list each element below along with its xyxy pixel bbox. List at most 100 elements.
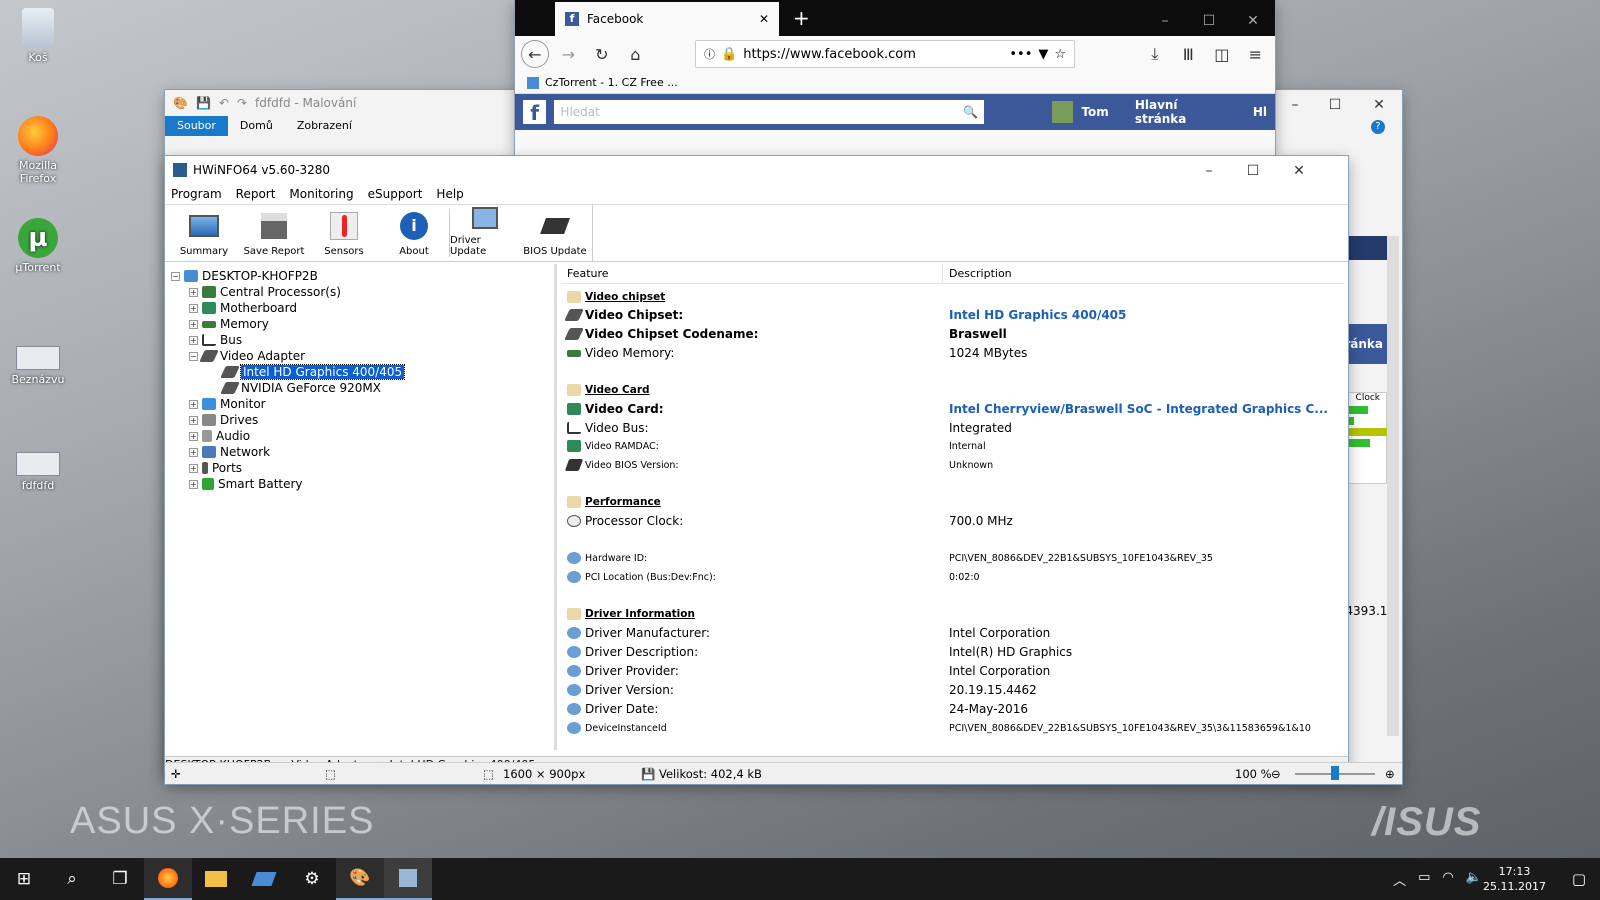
tree-item-video-adapter[interactable]: − Video Adapter bbox=[189, 348, 305, 364]
hwinfo-minimize-button[interactable]: – bbox=[1187, 156, 1231, 186]
grid-row[interactable]: Video Bus: Integrated bbox=[561, 419, 1344, 437]
grid-row[interactable]: Processor Clock: 700.0 MHz bbox=[561, 512, 1344, 530]
ribbon-tab-file[interactable]: Soubor bbox=[165, 116, 228, 136]
tree-item-motherboard[interactable]: + Motherboard bbox=[189, 300, 297, 316]
settings-gear-icon[interactable]: ⚙ bbox=[288, 858, 336, 900]
notification-icon[interactable]: ▢ bbox=[1572, 870, 1586, 888]
ff-minimize-button[interactable]: – bbox=[1143, 6, 1187, 36]
fb-user-link[interactable]: Tom bbox=[1081, 105, 1108, 119]
tree-item-ports[interactable]: + Ports bbox=[189, 460, 242, 476]
search-icon[interactable]: ⌕ bbox=[48, 858, 96, 900]
grid-row[interactable]: Video RAMDAC: Internal bbox=[561, 437, 1344, 455]
volume-icon[interactable]: 🔈 bbox=[1466, 870, 1482, 889]
desktop-icon-firefox[interactable]: Mozilla Firefox bbox=[6, 116, 70, 185]
page-actions-icon[interactable]: ••• bbox=[1009, 47, 1032, 62]
paint-maximize-button[interactable]: ☐ bbox=[1313, 90, 1357, 120]
menu-esupport[interactable]: eSupport bbox=[368, 187, 423, 201]
bios-update-button[interactable]: BIOS Update bbox=[520, 205, 590, 261]
chevron-up-icon[interactable]: ︿ bbox=[1393, 870, 1406, 889]
desktop-icon-utorrent[interactable]: µ µTorrent bbox=[6, 218, 70, 274]
save-icon[interactable]: 💾 bbox=[196, 96, 211, 110]
tree-item-nvidia[interactable]: NVIDIA GeForce 920MX bbox=[220, 380, 381, 396]
hwinfo-close-button[interactable]: ✕ bbox=[1277, 156, 1321, 186]
paint-scrollbar[interactable] bbox=[1387, 236, 1399, 736]
zoom-in-icon[interactable]: ⊕ bbox=[1385, 767, 1395, 781]
avatar[interactable] bbox=[1052, 101, 1074, 123]
desktop-icon-recycle-bin[interactable]: Koš bbox=[6, 8, 70, 64]
zoom-out-icon[interactable]: ⊖ bbox=[1271, 767, 1281, 781]
forward-icon[interactable]: → bbox=[555, 40, 583, 68]
bookmark-cztorrent[interactable]: CzTorrent - 1. CZ Free ... bbox=[545, 76, 678, 89]
tree-item-bus[interactable]: + Bus bbox=[189, 332, 242, 348]
grid-row[interactable]: Hardware ID: PCI\VEN_8086&DEV_22B1&SUBSYS… bbox=[561, 549, 1344, 567]
grid-row[interactable]: Video Card: Intel Cherryview/Braswell SoC… bbox=[561, 400, 1344, 418]
bookmark-star-icon[interactable]: ☆ bbox=[1054, 47, 1066, 62]
col-feature[interactable]: Feature bbox=[561, 264, 943, 283]
driver-update-button[interactable]: Driver Update bbox=[450, 205, 520, 261]
new-tab-button[interactable]: + bbox=[779, 6, 824, 36]
back-icon[interactable]: ← bbox=[521, 40, 549, 68]
help-icon[interactable]: ? bbox=[1371, 120, 1385, 134]
tree-item-battery[interactable]: + Smart Battery bbox=[189, 476, 303, 492]
tree-item-cpu[interactable]: + Central Processor(s) bbox=[189, 284, 341, 300]
reload-icon[interactable]: ↻ bbox=[588, 40, 616, 68]
zoom-slider-thumb[interactable] bbox=[1331, 766, 1339, 780]
menu-program[interactable]: Program bbox=[171, 187, 222, 201]
col-description[interactable]: Description bbox=[943, 264, 1018, 283]
facebook-logo-icon[interactable]: f bbox=[523, 100, 547, 125]
device-tree[interactable]: − DESKTOP-KHOFP2B + Central Processor(s) +… bbox=[165, 264, 557, 750]
search-icon[interactable]: 🔍 bbox=[963, 105, 978, 119]
fb-home-link[interactable]: Hlavní stránka bbox=[1135, 98, 1231, 126]
menu-help[interactable]: Help bbox=[436, 187, 463, 201]
feature-grid[interactable]: Feature Description Video chipset Video … bbox=[561, 264, 1344, 750]
system-clock[interactable]: 17:13 25.11.2017 bbox=[1483, 864, 1546, 894]
tree-item-network[interactable]: + Network bbox=[189, 444, 270, 460]
fb-more-link[interactable]: Hl bbox=[1253, 105, 1267, 119]
home-icon[interactable]: ⌂ bbox=[622, 40, 650, 68]
wifi-icon[interactable]: ◠ bbox=[1442, 870, 1453, 889]
hwinfo-maximize-button[interactable]: ☐ bbox=[1231, 156, 1275, 186]
library-icon[interactable]: Ⅲ bbox=[1175, 40, 1203, 68]
menu-report[interactable]: Report bbox=[236, 187, 276, 201]
fb-search-input[interactable]: Hledat 🔍 bbox=[554, 100, 984, 124]
url-bar[interactable]: ⓘ 🔒 https://www.facebook.com ••• ▼ ☆ bbox=[695, 40, 1076, 68]
task-view-icon[interactable]: ❐ bbox=[96, 858, 144, 900]
start-windows-icon[interactable]: ⊞ bbox=[0, 858, 48, 900]
tree-item-intel-hd[interactable]: Intel HD Graphics 400/405 bbox=[220, 364, 406, 380]
grid-row[interactable]: DeviceInstanceId PCI\VEN_8086&DEV_22B1&SU… bbox=[561, 719, 1344, 737]
info-icon[interactable]: ⓘ bbox=[704, 46, 715, 62]
hamburger-menu-icon[interactable]: ≡ bbox=[1242, 40, 1270, 68]
grid-row[interactable]: PCI Location (Bus:Dev:Fnc): 0:02:0 bbox=[561, 568, 1344, 586]
grid-row[interactable]: Driver Manufacturer: Intel Corporation bbox=[561, 624, 1344, 642]
pocket-icon[interactable]: ▼ bbox=[1038, 47, 1048, 62]
battery-icon[interactable]: ▭ bbox=[1418, 870, 1430, 889]
ribbon-tab-home[interactable]: Domů bbox=[228, 116, 285, 136]
tree-item-drives[interactable]: + Drives bbox=[189, 412, 258, 428]
save-report-button[interactable]: Save Report bbox=[239, 205, 309, 261]
sensors-button[interactable]: Sensors bbox=[309, 205, 379, 261]
grid-row[interactable]: Video Memory: 1024 MBytes bbox=[561, 344, 1344, 362]
menu-monitoring[interactable]: Monitoring bbox=[289, 187, 353, 201]
summary-button[interactable]: Summary bbox=[169, 205, 239, 261]
paint-minimize-button[interactable]: – bbox=[1273, 90, 1317, 120]
redo-icon[interactable]: ↷ bbox=[237, 96, 247, 110]
ff-maximize-button[interactable]: ☐ bbox=[1187, 6, 1231, 36]
file-explorer-icon[interactable] bbox=[192, 858, 240, 900]
desktop-icon-beznazvu[interactable]: Beznázvu bbox=[6, 346, 70, 386]
tab-facebook[interactable]: f Facebook ✕ bbox=[555, 2, 779, 36]
grid-row[interactable]: Driver Provider: Intel Corporation bbox=[561, 662, 1344, 680]
grid-row[interactable]: Video BIOS Version: Unknown bbox=[561, 456, 1344, 474]
app-icon[interactable] bbox=[240, 858, 288, 900]
ribbon-tab-view[interactable]: Zobrazení bbox=[285, 116, 364, 136]
tree-item-memory[interactable]: + Memory bbox=[189, 316, 269, 332]
grid-row[interactable]: Driver Date: 24-May-2016 bbox=[561, 700, 1344, 718]
grid-row[interactable]: Video Chipset Codename: Braswell bbox=[561, 325, 1344, 343]
paint-taskbar-icon[interactable]: 🎨 bbox=[336, 858, 384, 900]
taskbar-firefox-icon[interactable] bbox=[144, 858, 192, 900]
tab-close-icon[interactable]: ✕ bbox=[759, 12, 769, 26]
sidebar-icon[interactable]: ◫ bbox=[1208, 40, 1236, 68]
undo-icon[interactable]: ↶ bbox=[219, 96, 229, 110]
hwinfo-taskbar-icon[interactable] bbox=[384, 858, 432, 900]
grid-row[interactable]: Driver Description: Intel(R) HD Graphics bbox=[561, 643, 1344, 661]
tree-item-audio[interactable]: + Audio bbox=[189, 428, 250, 444]
